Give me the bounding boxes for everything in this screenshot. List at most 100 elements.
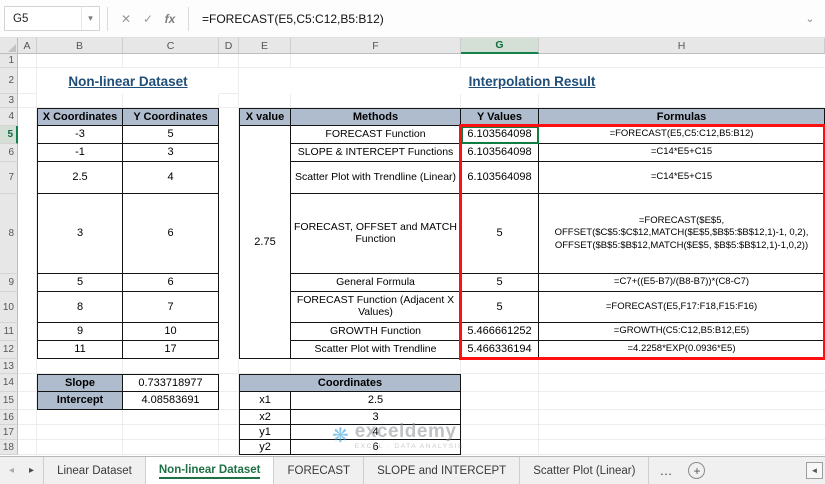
cell-H5[interactable]: =FORECAST(E5,C5:C12,B5:B12) [539,126,825,144]
row-header-13[interactable]: 13 [0,359,18,374]
select-all-corner[interactable] [0,38,18,54]
cell-G9[interactable]: 5 [461,274,539,292]
cell-G4[interactable]: Y Values [461,108,539,126]
cell-F5[interactable]: FORECAST Function [291,126,461,144]
cell-H7[interactable]: =C14*E5+C15 [539,162,825,194]
name-box[interactable]: G5 ▾ [4,6,100,31]
cell-F4[interactable]: Methods [291,108,461,126]
cell-E17[interactable]: y1 [239,425,291,440]
row-header-12[interactable]: 12 [0,341,18,359]
cell-C11[interactable]: 10 [123,323,219,341]
cell-G12[interactable]: 5.466336194 [461,341,539,359]
cell-C7[interactable]: 4 [123,162,219,194]
cell-E16[interactable]: x2 [239,410,291,425]
cell-C15[interactable]: 4.08583691 [123,392,219,410]
cell-F10[interactable]: FORECAST Function (Adjacent X Values) [291,292,461,323]
add-sheet-button[interactable]: + [688,462,706,479]
cell-H10[interactable]: =FORECAST(E5,F17:F18,F15:F16) [539,292,825,323]
cell-C6[interactable]: 3 [123,144,219,162]
row-header-1[interactable]: 1 [0,54,18,68]
cell-B4[interactable]: X Coordinates [37,108,123,126]
cell-F12[interactable]: Scatter Plot with Trendline [291,341,461,359]
sheet-nav-left-icon[interactable]: ◂ [9,465,14,476]
cell-C9[interactable]: 6 [123,274,219,292]
cell-E5-merged-x-value[interactable]: 2.75 [239,126,291,359]
column-header-F[interactable]: F [291,38,461,54]
row-header-17[interactable]: 17 [0,425,18,440]
cell-H9[interactable]: =C7+((E5-B7)/(B8-B7))*(C8-C7) [539,274,825,292]
cell-F8[interactable]: FORECAST, OFFSET and MATCH Function [291,194,461,274]
row-header-16[interactable]: 16 [0,410,18,425]
cell-C14[interactable]: 0.733718977 [123,374,219,392]
insert-function-icon[interactable]: fx [159,12,181,26]
cell-F15[interactable]: 2.5 [291,392,461,410]
cell-E15[interactable]: x1 [239,392,291,410]
sheet-nav-right-icon[interactable]: ▸ [29,465,34,476]
cell-F11[interactable]: GROWTH Function [291,323,461,341]
hscroll-left-button[interactable]: ◄ [806,462,823,479]
cell-G5-selected[interactable]: 6.103564098 [461,126,539,144]
row-header-3[interactable]: 3 [0,94,18,108]
result-title[interactable]: Interpolation Result [239,68,825,94]
cell-G7[interactable]: 6.103564098 [461,162,539,194]
formula-input[interactable] [196,6,801,31]
tab-scatter-plot-linear[interactable]: Scatter Plot (Linear) [520,457,650,484]
row-header-9[interactable]: 9 [0,274,18,292]
column-header-C[interactable]: C [123,38,219,54]
cell-H11[interactable]: =GROWTH(C5:C12,B5:B12,E5) [539,323,825,341]
cell-B14[interactable]: Slope [37,374,123,392]
cell-B12[interactable]: 11 [37,341,123,359]
cell-F7[interactable]: Scatter Plot with Trendline (Linear) [291,162,461,194]
column-header-G-selected[interactable]: G [461,38,539,54]
column-header-H[interactable]: H [539,38,825,54]
cell-F6[interactable]: SLOPE & INTERCEPT Functions [291,144,461,162]
cell-B6[interactable]: -1 [37,144,123,162]
row-header-4[interactable]: 4 [0,108,18,126]
cell-H8[interactable]: =FORECAST($E$5, OFFSET($C$5:$C$12,MATCH(… [539,194,825,274]
cell-G6[interactable]: 6.103564098 [461,144,539,162]
row-header-18[interactable]: 18 [0,440,18,455]
column-header-E[interactable]: E [239,38,291,54]
cell-C8[interactable]: 6 [123,194,219,274]
cell-B7[interactable]: 2.5 [37,162,123,194]
row-header-8[interactable]: 8 [0,194,18,274]
cell-E4[interactable]: X value [239,108,291,126]
more-tabs-icon[interactable]: … [649,457,682,484]
row-header-14[interactable]: 14 [0,374,18,392]
cell-C10[interactable]: 7 [123,292,219,323]
cell-B11[interactable]: 9 [37,323,123,341]
row-header-10[interactable]: 10 [0,292,18,323]
cell-B5[interactable]: -3 [37,126,123,144]
row-header-11[interactable]: 11 [0,323,18,341]
cell-G11[interactable]: 5.466661252 [461,323,539,341]
formula-bar-expand-icon[interactable]: ⌄ [801,12,819,25]
column-header-D[interactable]: D [219,38,239,54]
cell-G8[interactable]: 5 [461,194,539,274]
cell-B8[interactable]: 3 [37,194,123,274]
row-header-6[interactable]: 6 [0,144,18,162]
row-header-15[interactable]: 15 [0,392,18,410]
cell-C12[interactable]: 17 [123,341,219,359]
dataset-title[interactable]: Non-linear Dataset [37,68,219,94]
column-header-A[interactable]: A [18,38,37,54]
cell-F18[interactable]: 6 [291,440,461,455]
cell-B9[interactable]: 5 [37,274,123,292]
cell-E14-merged-coordinates-header[interactable]: Coordinates [239,374,461,392]
row-header-5-selected[interactable]: 5 [0,126,18,144]
cell-C5[interactable]: 5 [123,126,219,144]
tab-non-linear-dataset-active[interactable]: Non-linear Dataset [145,457,275,484]
cell-E18[interactable]: y2 [239,440,291,455]
tab-slope-and-intercept[interactable]: SLOPE and INTERCEPT [364,457,521,484]
cell-B15[interactable]: Intercept [37,392,123,410]
tab-linear-dataset[interactable]: Linear Dataset [43,457,146,484]
cell-C4[interactable]: Y Coordinates [123,108,219,126]
cell-F16[interactable]: 3 [291,410,461,425]
cell-B10[interactable]: 8 [37,292,123,323]
column-header-B[interactable]: B [37,38,123,54]
cell-F9[interactable]: General Formula [291,274,461,292]
cell-H4[interactable]: Formulas [539,108,825,126]
tab-forecast[interactable]: FORECAST [274,457,365,484]
row-header-2[interactable]: 2 [0,68,18,94]
row-header-7[interactable]: 7 [0,162,18,194]
chevron-down-icon[interactable]: ▾ [81,7,99,30]
